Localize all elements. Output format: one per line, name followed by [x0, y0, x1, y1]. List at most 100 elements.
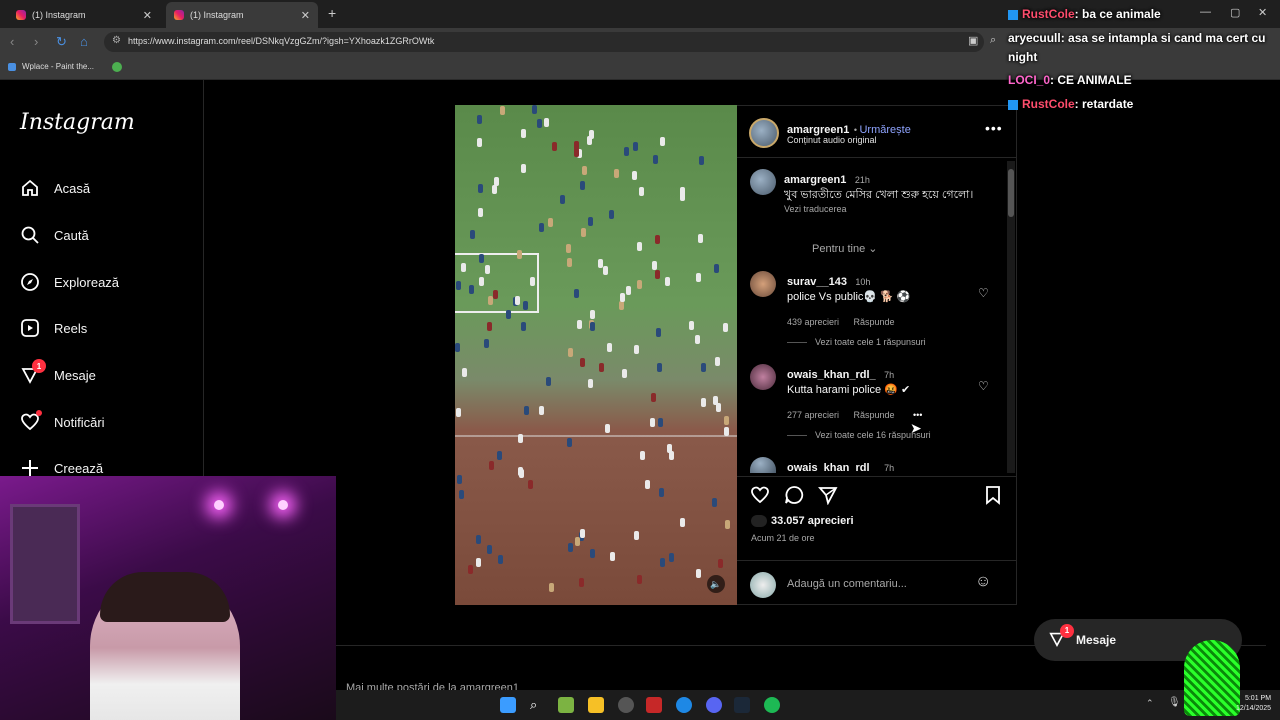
close-window-icon[interactable]: ✕ — [1258, 6, 1267, 19]
start-icon[interactable] — [500, 697, 516, 713]
forward-icon[interactable]: › — [34, 34, 38, 49]
taskbar-search-icon[interactable]: ⌕ — [530, 697, 546, 713]
system-clock[interactable]: 5:01 PM 12/14/2025 — [1236, 694, 1271, 714]
steam-icon[interactable] — [734, 697, 750, 713]
comment-time: 7h — [884, 370, 895, 380]
sidebar-item-home[interactable]: Acasă — [20, 178, 90, 198]
sidebar-item-reels[interactable]: Reels — [20, 318, 87, 338]
comment-options-icon[interactable]: ••• — [913, 410, 922, 420]
unread-badge: 1 — [32, 359, 46, 373]
comment: surav__143 10h police Vs public💀 🐕 ⚽ 439… — [787, 272, 987, 330]
comments-scrollbar[interactable] — [1007, 161, 1015, 473]
like-count[interactable]: 33.057 aprecieri — [771, 515, 854, 527]
zoom-icon[interactable]: ⌕ — [990, 34, 996, 47]
share-icon[interactable] — [818, 485, 838, 510]
close-tab-icon[interactable]: ✕ — [143, 9, 152, 22]
reply-button[interactable]: Răspunde — [853, 317, 894, 327]
comment-like-icon[interactable]: ♡ — [978, 379, 989, 393]
avatar[interactable] — [750, 364, 776, 390]
minimize-icon[interactable]: — — [1200, 6, 1211, 18]
comment-likes[interactable]: 439 aprecieri — [787, 317, 839, 327]
caption-username[interactable]: amargreen1 — [784, 174, 846, 186]
comment-sort-dropdown[interactable]: Pentru tine ⌄ — [812, 242, 877, 255]
comment-input[interactable]: Adaugă un comentariu... — [787, 578, 907, 590]
crowd-person — [456, 408, 461, 417]
crowd-person — [590, 310, 595, 319]
sidebar-item-explore[interactable]: Explorează — [20, 272, 119, 292]
browser-tab-active[interactable]: (1) Instagram ✕ — [166, 2, 318, 28]
site-info-icon[interactable]: ⚙ — [112, 35, 121, 46]
crowd-person — [696, 569, 701, 578]
instagram-logo[interactable]: Instagram — [20, 110, 135, 135]
sidebar-item-search[interactable]: Caută — [20, 225, 89, 245]
crowd-person — [544, 118, 549, 127]
browser-icon[interactable] — [676, 697, 692, 713]
avatar[interactable] — [749, 118, 779, 148]
emoji-icon[interactable]: ☺ — [975, 573, 991, 591]
app-icon[interactable] — [558, 697, 574, 713]
crowd-person — [552, 142, 557, 151]
spotify-icon[interactable] — [764, 697, 780, 713]
crowd-person — [605, 424, 610, 433]
crowd-person — [455, 343, 460, 352]
scroll-thumb[interactable] — [1008, 169, 1014, 217]
like-icon[interactable] — [750, 485, 770, 510]
avatar[interactable] — [750, 271, 776, 297]
reel-video[interactable]: 🔈 — [455, 105, 737, 605]
crowd-person — [492, 185, 497, 194]
comment-icon[interactable] — [784, 485, 804, 510]
crowd-person — [470, 230, 475, 239]
mic-icon[interactable]: 🎙 — [1168, 697, 1181, 708]
more-options-icon[interactable]: ••• — [985, 120, 1003, 136]
comment-likes[interactable]: 277 aprecieri — [787, 410, 839, 420]
comment-like-icon[interactable]: ♡ — [978, 286, 989, 300]
video-app-icon[interactable] — [646, 697, 662, 713]
address-bar[interactable]: ⚙ https://www.instagram.com/reel/DSNkqVz… — [104, 32, 984, 52]
crowd-person — [548, 218, 553, 227]
comment-username[interactable]: surav__143 — [787, 276, 847, 288]
save-icon[interactable] — [984, 485, 1002, 510]
maximize-icon[interactable]: ▢ — [1230, 6, 1240, 19]
discord-icon[interactable] — [706, 697, 722, 713]
browser-tab[interactable]: (1) Instagram ✕ — [8, 2, 160, 28]
reload-icon[interactable]: ↻ — [56, 34, 67, 50]
app-icon[interactable] — [618, 697, 634, 713]
crowd-person — [653, 155, 658, 164]
crowd-person — [485, 265, 490, 274]
comment-username[interactable]: owais_khan_rdl_ — [787, 462, 876, 472]
folder-icon[interactable] — [588, 697, 604, 713]
screen-share-icon[interactable]: ▣ — [968, 34, 978, 47]
sidebar-item-notifications[interactable]: Notificări — [20, 410, 105, 432]
new-tab-icon[interactable]: + — [328, 5, 336, 21]
compass-icon — [20, 272, 40, 292]
crowd-person — [524, 406, 529, 415]
mute-icon[interactable]: 🔈 — [707, 575, 725, 593]
crowd-person — [560, 195, 565, 204]
audio-label[interactable]: Conținut audio original — [787, 135, 877, 145]
crowd-person — [626, 286, 631, 295]
sidebar-item-messages[interactable]: 1 Mesaje — [20, 359, 96, 385]
close-tab-icon[interactable]: ✕ — [301, 9, 310, 22]
crowd-person — [579, 578, 584, 587]
crowd-person — [500, 106, 505, 115]
avatar[interactable] — [750, 169, 776, 195]
clock-time: 5:01 PM — [1244, 695, 1272, 702]
bookmark-globe-icon[interactable] — [112, 62, 122, 72]
crowd-person — [715, 357, 720, 366]
chat-user: aryecuull — [1008, 31, 1061, 45]
crowd-person — [714, 264, 719, 273]
sort-label: Pentru tine — [812, 243, 866, 255]
home-browser-icon[interactable]: ⌂ — [80, 34, 88, 49]
avatar[interactable] — [750, 457, 776, 473]
tray-chevron-icon[interactable]: ⌃ — [1146, 698, 1154, 709]
reply-button[interactable]: Răspunde — [853, 410, 894, 420]
bookmark-item[interactable]: Wplace - Paint the... — [8, 62, 94, 71]
sidebar-item-create[interactable]: Creează — [20, 458, 103, 478]
back-icon[interactable]: ‹ — [10, 34, 14, 49]
view-replies[interactable]: Vezi toate cele 1 răspunsuri — [787, 337, 926, 347]
crowd-person — [645, 480, 650, 489]
crowd-person — [637, 242, 642, 251]
crowd-person — [456, 281, 461, 290]
translate-link[interactable]: Vezi traducerea — [784, 204, 1004, 214]
comment-username[interactable]: owais_khan_rdl_ — [787, 369, 876, 381]
